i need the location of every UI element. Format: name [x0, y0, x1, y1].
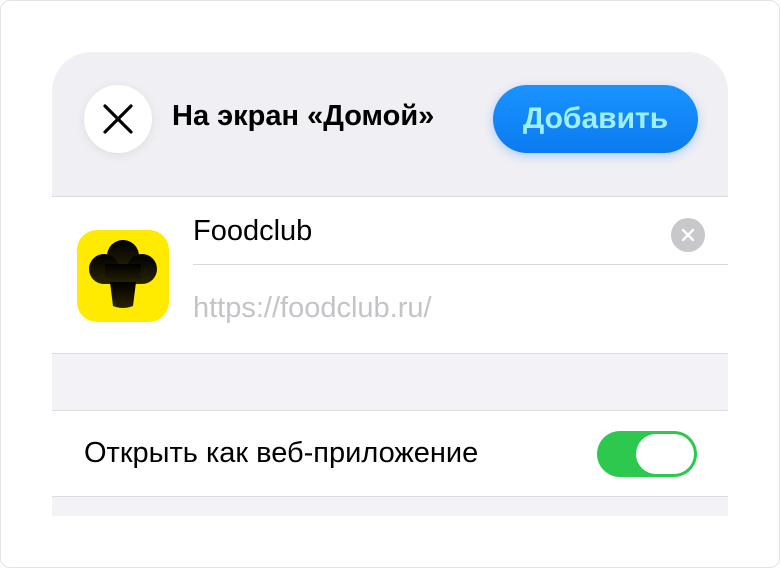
bottom-divider	[52, 496, 728, 497]
close-button[interactable]	[84, 85, 152, 153]
sheet-header: На экран «Домой» Добавить	[52, 52, 728, 196]
field-divider	[193, 264, 728, 265]
chef-hat-icon	[89, 240, 157, 308]
app-url: https://foodclub.ru/	[193, 292, 432, 324]
close-icon	[103, 104, 133, 134]
add-to-home-sheet: На экран «Домой» Добавить Foodclub https…	[52, 52, 728, 516]
clear-name-button[interactable]	[671, 218, 705, 252]
web-app-toggle[interactable]	[597, 431, 697, 477]
panel-divider	[52, 353, 728, 354]
web-app-label: Открыть как веб-приложение	[84, 437, 479, 469]
toggle-knob	[636, 434, 694, 474]
app-name-field[interactable]: Foodclub	[193, 215, 312, 248]
web-app-row: Открыть как веб-приложение	[52, 411, 728, 496]
app-icon	[77, 230, 169, 322]
clear-icon	[681, 228, 695, 242]
app-info-panel: Foodclub https://foodclub.ru/	[52, 197, 728, 353]
add-button[interactable]: Добавить	[493, 85, 698, 153]
sheet-title: На экран «Домой»	[172, 100, 435, 132]
